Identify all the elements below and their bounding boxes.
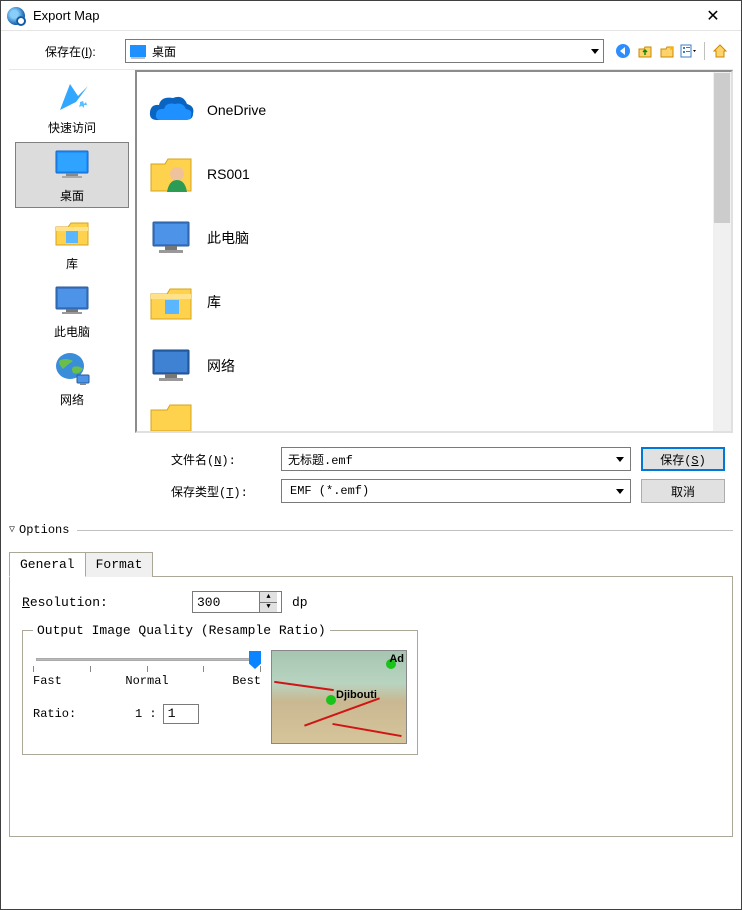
cancel-button[interactable]: 取消 <box>641 479 725 503</box>
ratio-prefix: 1 : <box>135 707 157 721</box>
star-icon <box>52 79 92 115</box>
desktop-small-icon <box>130 45 146 57</box>
slider-labels: Fast Normal Best <box>33 674 261 688</box>
tab-strip: General Format <box>9 551 733 577</box>
savetype-label: 保存类型(T): <box>171 483 271 500</box>
resolution-spinner[interactable]: ▲ ▼ <box>192 591 282 613</box>
output-quality-legend: Output Image Quality (Resample Ratio) <box>33 623 330 638</box>
lookin-row: 保存在(I): 桌面 <box>9 39 733 63</box>
window-title: Export Map <box>33 8 691 23</box>
file-toolbar <box>610 42 733 60</box>
place-libraries[interactable]: 库 <box>15 210 129 276</box>
resolution-unit: dp <box>292 595 308 610</box>
app-icon <box>7 7 25 25</box>
list-item[interactable] <box>147 398 709 433</box>
user-folder-icon <box>147 152 195 196</box>
monitor-icon <box>52 283 92 319</box>
options-toggle[interactable]: ▽ Options <box>9 523 733 537</box>
list-item[interactable]: RS001 <box>147 142 709 206</box>
list-item[interactable]: 库 <box>147 270 709 334</box>
chevron-down-icon <box>591 49 599 54</box>
spin-up-icon[interactable]: ▲ <box>260 592 277 603</box>
spin-down-icon[interactable]: ▼ <box>260 603 277 613</box>
network-monitor-icon <box>147 344 195 388</box>
list-item[interactable]: 此电脑 <box>147 206 709 270</box>
quality-slider[interactable] <box>33 650 261 672</box>
this-pc-icon <box>147 216 195 260</box>
chevron-down-icon: ▽ <box>9 524 15 536</box>
folder-icon <box>52 215 92 251</box>
new-folder-icon[interactable] <box>658 42 676 60</box>
general-panel: Resolution: ▲ ▼ dp Output Image Quality … <box>9 577 733 837</box>
home-icon[interactable] <box>711 42 729 60</box>
monitor-icon <box>52 147 92 183</box>
places-bar: 快速访问 桌面 库 此电脑 <box>9 70 135 433</box>
back-icon[interactable] <box>614 42 632 60</box>
divider <box>77 530 733 531</box>
place-this-pc[interactable]: 此电脑 <box>15 278 129 344</box>
scrollbar-thumb[interactable] <box>714 73 730 223</box>
ratio-label: Ratio: <box>33 707 129 721</box>
output-quality-group: Output Image Quality (Resample Ratio) Fa… <box>22 623 418 755</box>
globe-icon <box>52 351 92 387</box>
filename-input[interactable] <box>282 452 610 466</box>
save-button[interactable]: 保存(S) <box>641 447 725 471</box>
up-one-level-icon[interactable] <box>636 42 654 60</box>
ratio-input[interactable] <box>163 704 199 724</box>
tab-format[interactable]: Format <box>85 552 154 577</box>
file-browser: 快速访问 桌面 库 此电脑 <box>9 69 733 433</box>
titlebar: Export Map ✕ <box>1 1 741 31</box>
resolution-label: Resolution: <box>22 595 182 610</box>
slider-ticks <box>33 652 261 670</box>
place-network[interactable]: 网络 <box>15 346 129 412</box>
file-list[interactable]: OneDrive RS001 此电脑 <box>135 70 733 433</box>
save-fields: 文件名(N): 保存(S) 保存类型(T): EMF (*.emf) 取消 <box>9 433 733 515</box>
folder-icon <box>147 398 195 433</box>
lookin-label: 保存在(I): <box>9 43 119 60</box>
libraries-folder-icon <box>147 280 195 324</box>
lookin-value: 桌面 <box>152 43 176 60</box>
close-button[interactable]: ✕ <box>691 2 735 30</box>
place-desktop[interactable]: 桌面 <box>15 142 129 208</box>
resolution-input[interactable] <box>193 592 259 612</box>
scrollbar[interactable] <box>713 72 731 431</box>
savetype-value: EMF (*.emf) <box>290 484 610 498</box>
tab-general[interactable]: General <box>9 552 86 577</box>
filename-combo[interactable] <box>281 447 631 471</box>
toolbar-separator <box>704 42 705 60</box>
onedrive-icon <box>147 88 195 132</box>
lookin-combo[interactable]: 桌面 <box>125 39 604 63</box>
savetype-combo[interactable]: EMF (*.emf) <box>281 479 631 503</box>
list-item[interactable]: OneDrive <box>147 78 709 142</box>
place-quick-access[interactable]: 快速访问 <box>15 74 129 140</box>
views-icon[interactable] <box>680 42 698 60</box>
chevron-down-icon[interactable] <box>610 489 630 494</box>
filename-label: 文件名(N): <box>171 451 271 468</box>
map-preview: Djibouti Ad <box>271 650 407 744</box>
options-section: ▽ Options General Format Resolution: ▲ ▼ <box>9 523 733 837</box>
chevron-down-icon[interactable] <box>610 457 630 462</box>
list-item[interactable]: 网络 <box>147 334 709 398</box>
